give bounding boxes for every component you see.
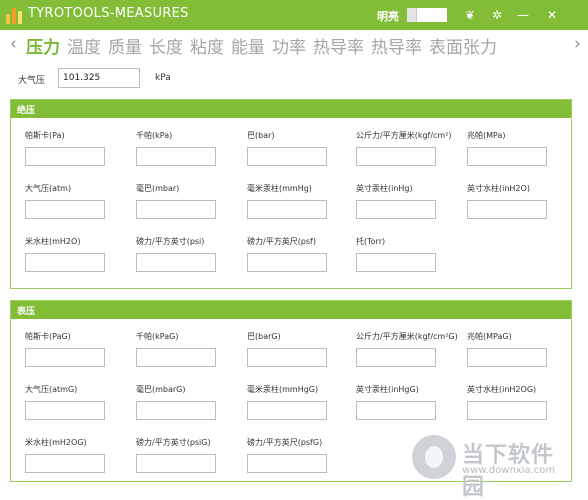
field-input[interactable] xyxy=(356,200,436,219)
field-input[interactable] xyxy=(247,454,327,473)
field-input[interactable] xyxy=(247,348,327,367)
atmosphere-unit: kPa xyxy=(155,73,171,83)
tab-1[interactable]: 温度 xyxy=(67,33,101,58)
field-input[interactable] xyxy=(356,253,436,272)
field-label: 英寸水柱(inH2OG) xyxy=(467,385,537,394)
field-input[interactable] xyxy=(136,147,216,166)
app-title: TYROTOOLS-MEASURES xyxy=(28,6,189,21)
field-label: 公斤力/平方厘米(kgf/cm²G) xyxy=(356,332,458,341)
atmosphere-label: 大气压 xyxy=(18,76,46,86)
field-label: 巴(bar) xyxy=(247,131,275,140)
field-label: 托(Torr) xyxy=(356,237,386,246)
field-label: 兆帕(MPaG) xyxy=(467,332,512,341)
field-label: 大气压(atm) xyxy=(25,184,72,193)
field-input[interactable] xyxy=(356,147,436,166)
field-label: 帕斯卡(PaG) xyxy=(25,332,71,341)
title-bar: TYROTOOLS-MEASURES 明亮 ❦ ✲ — ✕ xyxy=(0,0,588,30)
gear-icon: ✲ xyxy=(491,8,503,22)
field-label: 米水柱(mH2OG) xyxy=(25,438,87,447)
field-label: 米水柱(mH2O) xyxy=(25,237,81,246)
tab-8[interactable]: 热导率 xyxy=(371,33,422,58)
panel-title: 绝压 xyxy=(11,100,571,118)
field-input[interactable] xyxy=(136,401,216,420)
field-label: 巴(barG) xyxy=(247,332,281,341)
close-button[interactable]: ✕ xyxy=(542,5,562,25)
field-label: 毫巴(mbar) xyxy=(136,184,180,193)
tab-7[interactable]: 热导率 xyxy=(313,33,364,58)
field-label: 兆帕(MPa) xyxy=(467,131,506,140)
tab-2[interactable]: 质量 xyxy=(108,33,142,58)
field-label: 千帕(kPa) xyxy=(136,131,173,140)
absolute-pressure-panel: 绝压 帕斯卡(Pa) 千帕(kPa) 巴(bar) 公斤力/平方厘米(kgf/cm²)… xyxy=(10,99,572,289)
watermark-logo-icon xyxy=(412,435,456,479)
field-input[interactable] xyxy=(25,147,105,166)
field-input[interactable] xyxy=(136,200,216,219)
field-input[interactable] xyxy=(25,454,105,473)
category-tab-bar: ‹ 压力 温度 质量 长度 粘度 能量 功率 热导率 热导率 表面张力 › xyxy=(0,30,588,62)
skin-button[interactable]: ❦ xyxy=(460,5,480,25)
field-input[interactable] xyxy=(247,253,327,272)
app-logo-icon xyxy=(6,6,22,24)
watermark: 当下软件园 www.downxia.com xyxy=(412,435,572,500)
field-label: 英寸水柱(inH2O) xyxy=(467,184,530,193)
shirt-icon: ❦ xyxy=(464,8,476,22)
tab-0[interactable]: 压力 xyxy=(26,33,60,58)
field-input[interactable] xyxy=(247,200,327,219)
close-icon: ✕ xyxy=(546,8,558,22)
field-input[interactable] xyxy=(136,348,216,367)
field-input[interactable] xyxy=(467,348,547,367)
field-label: 英寸汞柱(inHg) xyxy=(356,184,413,193)
field-label: 帕斯卡(Pa) xyxy=(25,131,65,140)
settings-button[interactable]: ✲ xyxy=(487,5,507,25)
tab-3[interactable]: 长度 xyxy=(149,33,183,58)
category-tabs: 压力 温度 质量 长度 粘度 能量 功率 热导率 热导率 表面张力 xyxy=(26,33,562,58)
field-input[interactable] xyxy=(136,454,216,473)
minimize-icon: — xyxy=(517,8,529,22)
field-label: 毫米汞柱(mmHgG) xyxy=(247,385,319,394)
theme-label: 明亮 xyxy=(377,10,399,23)
field-input[interactable] xyxy=(25,200,105,219)
field-label: 千帕(kPaG) xyxy=(136,332,179,341)
watermark-url: www.downxia.com xyxy=(462,465,556,476)
panel-title: 表压 xyxy=(11,301,571,319)
minimize-button[interactable]: — xyxy=(513,5,533,25)
field-input[interactable] xyxy=(356,401,436,420)
field-input[interactable] xyxy=(247,147,327,166)
field-input[interactable] xyxy=(25,401,105,420)
field-input[interactable] xyxy=(467,147,547,166)
tab-4[interactable]: 粘度 xyxy=(190,33,224,58)
field-label: 英寸汞柱(inHgG) xyxy=(356,385,419,394)
field-label: 毫巴(mbarG) xyxy=(136,385,186,394)
field-label: 磅力/平方英尺(psfG) xyxy=(247,438,323,447)
field-input[interactable] xyxy=(25,253,105,272)
field-input[interactable] xyxy=(247,401,327,420)
field-input[interactable] xyxy=(467,401,547,420)
field-label: 毫米汞柱(mmHg) xyxy=(247,184,312,193)
field-label: 公斤力/平方厘米(kgf/cm²) xyxy=(356,131,452,140)
tab-9[interactable]: 表面张力 xyxy=(429,33,497,58)
field-label: 磅力/平方英尺(psf) xyxy=(247,237,316,246)
field-input[interactable] xyxy=(356,348,436,367)
chevron-left-icon[interactable]: ‹ xyxy=(10,34,17,54)
field-label: 磅力/平方英寸(psi) xyxy=(136,237,205,246)
theme-slider[interactable] xyxy=(407,8,447,22)
tab-5[interactable]: 能量 xyxy=(231,33,265,58)
field-input[interactable] xyxy=(25,348,105,367)
chevron-right-icon[interactable]: › xyxy=(574,34,581,54)
atmosphere-input[interactable] xyxy=(58,68,140,88)
field-input[interactable] xyxy=(467,200,547,219)
field-label: 大气压(atmG) xyxy=(25,385,78,394)
field-input[interactable] xyxy=(136,253,216,272)
slider-knob[interactable] xyxy=(407,8,417,22)
tab-6[interactable]: 功率 xyxy=(272,33,306,58)
field-label: 磅力/平方英寸(psiG) xyxy=(136,438,211,447)
